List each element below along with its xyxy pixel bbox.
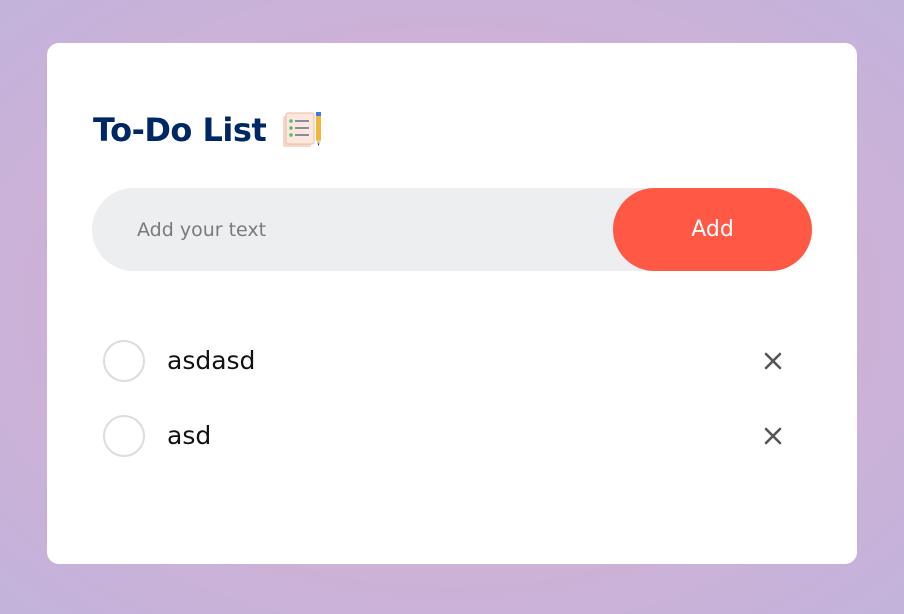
task-checkbox[interactable] (103, 339, 145, 382)
add-button[interactable]: Add (613, 188, 812, 271)
list-item[interactable]: asdasd (103, 323, 803, 398)
task-text: asd (167, 421, 212, 450)
close-icon[interactable] (761, 424, 785, 448)
notepad-pencil-icon (280, 110, 326, 150)
task-checkbox[interactable] (103, 414, 145, 457)
task-input-row: Add (92, 188, 812, 271)
todo-card: To-Do List Add asdasd (47, 43, 857, 564)
list-item[interactable]: asd (103, 398, 803, 473)
app-title: To-Do List (93, 111, 267, 149)
task-input[interactable] (137, 188, 597, 271)
task-list: asdasd asd (103, 323, 803, 473)
task-text: asdasd (167, 346, 256, 375)
close-icon[interactable] (761, 349, 785, 373)
title-row: To-Do List (93, 105, 326, 155)
